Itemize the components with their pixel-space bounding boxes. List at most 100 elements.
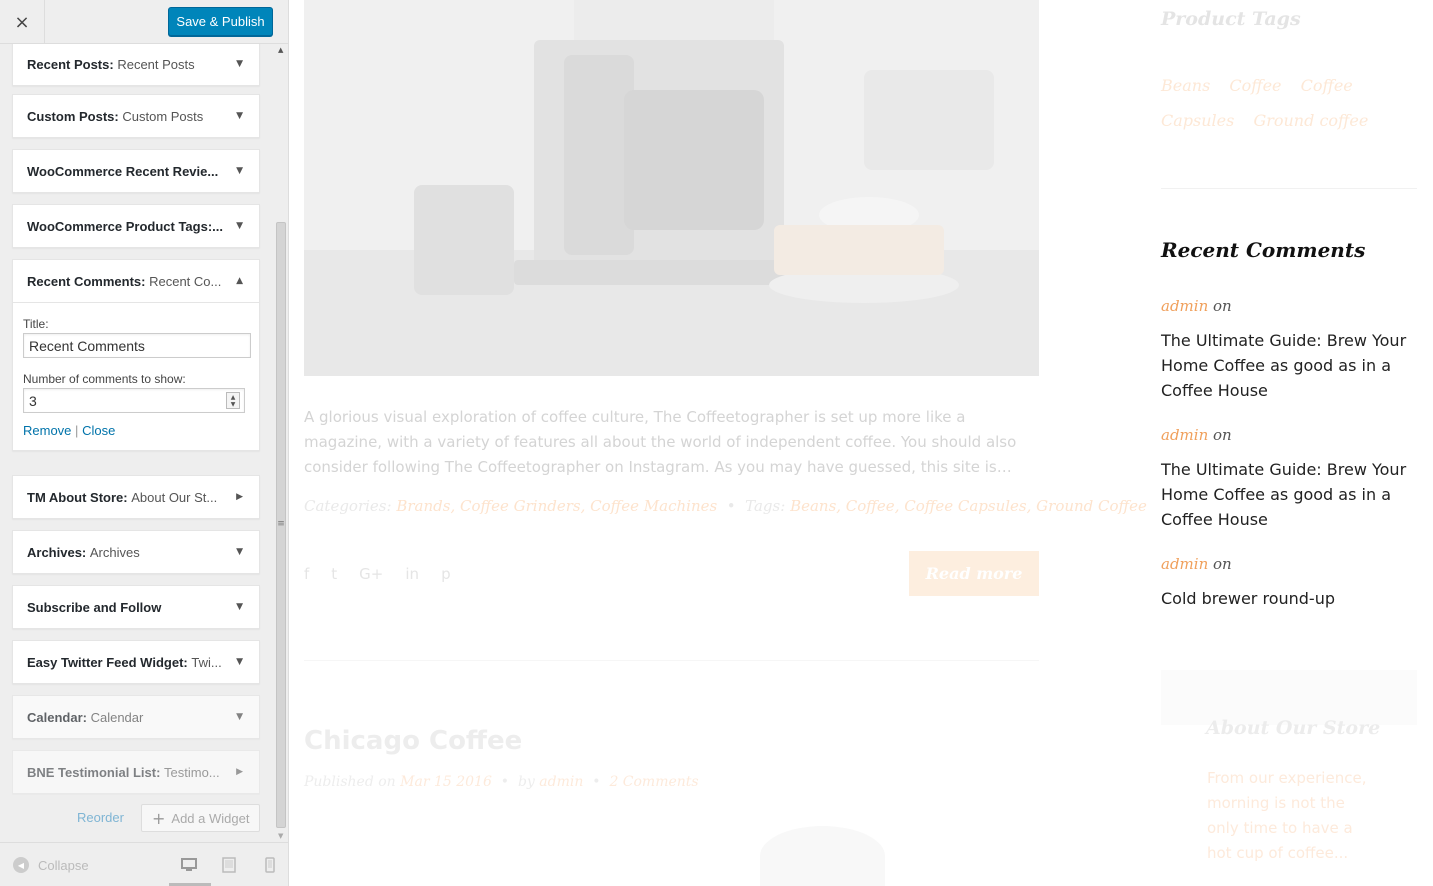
google-plus-icon[interactable]: G+ [359, 565, 383, 583]
chevron-down-icon[interactable]: ▼ [236, 44, 243, 85]
widget-name: BNE Testimonial List [27, 764, 157, 780]
add-widget-button[interactable]: + Add a Widget [141, 804, 260, 832]
by-label: by [517, 774, 535, 790]
pinterest-icon[interactable]: p [441, 565, 451, 583]
post-date[interactable]: Mar 15 2016 [400, 774, 492, 790]
widget-name: Easy Twitter Feed Widget [27, 654, 184, 670]
comment-author[interactable]: admin [1161, 297, 1208, 315]
product-tags-title: Product Tags [1161, 8, 1301, 30]
recent-comment-item: admin on The Ultimate Guide: Brew Your H… [1161, 426, 1423, 532]
widget-recent-comments[interactable]: Recent Comments: Recent Co... ▲ Title: Re… [12, 259, 260, 451]
meta-bullet: • [592, 774, 601, 790]
title-input[interactable]: Recent Comments [23, 333, 251, 358]
comment-post-link[interactable]: Cold brewer round-up [1161, 586, 1423, 611]
post-title[interactable]: Chicago Coffee [304, 726, 522, 756]
tags-label: Tags: [745, 497, 786, 515]
post-featured-image[interactable] [304, 0, 1039, 376]
widget-bne-testimonial[interactable]: BNE Testimonial List: Testimo... ▶ [12, 750, 260, 794]
customizer-footer: ◀ Collapse [0, 842, 288, 886]
widget-woocommerce-product-tags[interactable]: WooCommerce Product Tags:... ▼ [12, 204, 260, 248]
close-icon: × [14, 11, 30, 33]
post-byline: Published on Mar 15 2016 • by admin • 2 … [304, 774, 699, 790]
on-label: on [1213, 426, 1232, 444]
linkedin-icon[interactable]: in [405, 565, 419, 583]
widget-title: Archives [89, 544, 140, 560]
widget-name: TM About Store [27, 489, 124, 505]
categories-label: Categories: [304, 497, 392, 515]
widget-tm-about-store[interactable]: TM About Store: About Our St... ▶ [12, 475, 260, 519]
chevron-down-icon[interactable]: ▼ [236, 531, 243, 573]
comment-author[interactable]: admin [1161, 555, 1208, 573]
widget-woocommerce-recent-reviews[interactable]: WooCommerce Recent Revie... ▼ [12, 149, 260, 193]
post-excerpt: A glorious visual exploration of coffee … [304, 408, 1017, 476]
widget-custom-posts[interactable]: Custom Posts: Custom Posts ▼ [12, 94, 260, 138]
chevron-down-icon[interactable]: ▼ [236, 696, 243, 738]
stepper-icon[interactable]: ▲ ▼ [226, 392, 240, 409]
widget-name: WooCommerce Recent Revie... [27, 163, 219, 179]
comment-post-link[interactable]: The Ultimate Guide: Brew Your Home Coffe… [1161, 457, 1423, 532]
tag-link[interactable]: Coffee [1229, 76, 1281, 95]
widget-name: Recent Posts [27, 56, 110, 72]
widget-twitter-feed[interactable]: Easy Twitter Feed Widget: Twi... ▼ [12, 640, 260, 684]
chevron-down-icon[interactable]: ▼ [236, 641, 243, 683]
tags-links[interactable]: Beans, Coffee, Coffee Capsules, Ground C… [790, 497, 1147, 515]
number-input[interactable]: 3 ▲ ▼ [23, 388, 245, 413]
social-share: f t G+ in p [304, 565, 451, 583]
customizer-sidebar: × Save & Publish Recent Posts: Recent Po… [0, 0, 289, 886]
comment-author[interactable]: admin [1161, 426, 1208, 444]
widget-title: Recent Co... [149, 273, 222, 289]
scroll-down-icon[interactable]: ▼ [278, 832, 283, 840]
chevron-down-icon[interactable]: ▼ [236, 95, 243, 137]
read-more-button[interactable]: Read more [909, 551, 1039, 596]
scrollbar-thumb[interactable]: ≡ [276, 222, 286, 828]
remove-link[interactable]: Remove [23, 423, 71, 438]
categories-links[interactable]: Brands, Coffee Grinders, Coffee Machines [396, 497, 717, 515]
close-link[interactable]: Close [82, 423, 115, 438]
widget-name: Recent Comments [27, 273, 142, 289]
post-comments-link[interactable]: 2 Comments [609, 774, 698, 790]
coffee-machine-image [304, 0, 1039, 376]
chevron-up-icon[interactable]: ▲ [236, 260, 243, 302]
close-customizer-button[interactable]: × [0, 0, 45, 44]
chevron-right-icon[interactable]: ▶ [236, 751, 243, 793]
chevron-down-icon[interactable]: ▼ [236, 205, 243, 247]
title-label: Title: [23, 317, 49, 331]
widget-name: Archives [27, 544, 82, 560]
scroll-up-icon[interactable]: ▲ [278, 46, 283, 54]
number-label: Number of comments to show: [23, 372, 186, 386]
widget-title: Recent Posts [117, 56, 195, 72]
widget-title: Twi... [191, 654, 222, 670]
widget-divider [1161, 188, 1417, 189]
comment-post-link[interactable]: The Ultimate Guide: Brew Your Home Coffe… [1161, 328, 1423, 403]
product-tags-cloud: Beans Coffee Coffee Capsules Ground coff… [1161, 68, 1421, 138]
separator: | [75, 423, 79, 438]
about-store-text: From our experience, morning is not the … [1207, 769, 1367, 862]
post-author[interactable]: admin [539, 774, 583, 790]
chevron-right-icon[interactable]: ▶ [236, 476, 243, 518]
widget-archives[interactable]: Archives: Archives ▼ [12, 530, 260, 574]
desktop-icon[interactable] [181, 857, 197, 873]
post-thumbnail [760, 826, 885, 886]
mobile-icon[interactable] [262, 857, 278, 873]
tag-link[interactable]: Beans [1161, 76, 1210, 95]
facebook-icon[interactable]: f [304, 565, 309, 583]
add-widget-label: Add a Widget [171, 810, 250, 826]
about-store-title: About Our Store [1206, 717, 1381, 739]
widget-recent-posts[interactable]: Recent Posts: Recent Posts ▼ [12, 44, 260, 86]
save-publish-button[interactable]: Save & Publish [168, 7, 273, 36]
recent-comments-title: Recent Comments [1161, 238, 1366, 262]
widget-form: Title: Recent Comments Number of comment… [13, 302, 259, 450]
tag-link[interactable]: Ground coffee [1253, 111, 1368, 130]
widget-name: Custom Posts [27, 108, 115, 124]
widget-subscribe-follow[interactable]: Subscribe and Follow ▼ [12, 585, 260, 629]
post-meta: Categories: Brands, Coffee Grinders, Cof… [304, 497, 1147, 515]
scrollbar[interactable]: ▲ ≡ ▼ [274, 44, 288, 842]
widget-list: Recent Posts: Recent Posts ▼ Custom Posts… [0, 44, 274, 842]
chevron-down-icon[interactable]: ▼ [236, 586, 243, 628]
collapse-button[interactable]: ◀ Collapse [13, 857, 89, 873]
widget-calendar[interactable]: Calendar: Calendar ▼ [12, 695, 260, 739]
twitter-icon[interactable]: t [331, 565, 337, 583]
chevron-down-icon[interactable]: ▼ [236, 150, 243, 192]
reorder-link[interactable]: Reorder [77, 810, 124, 825]
tablet-icon[interactable] [221, 857, 237, 873]
